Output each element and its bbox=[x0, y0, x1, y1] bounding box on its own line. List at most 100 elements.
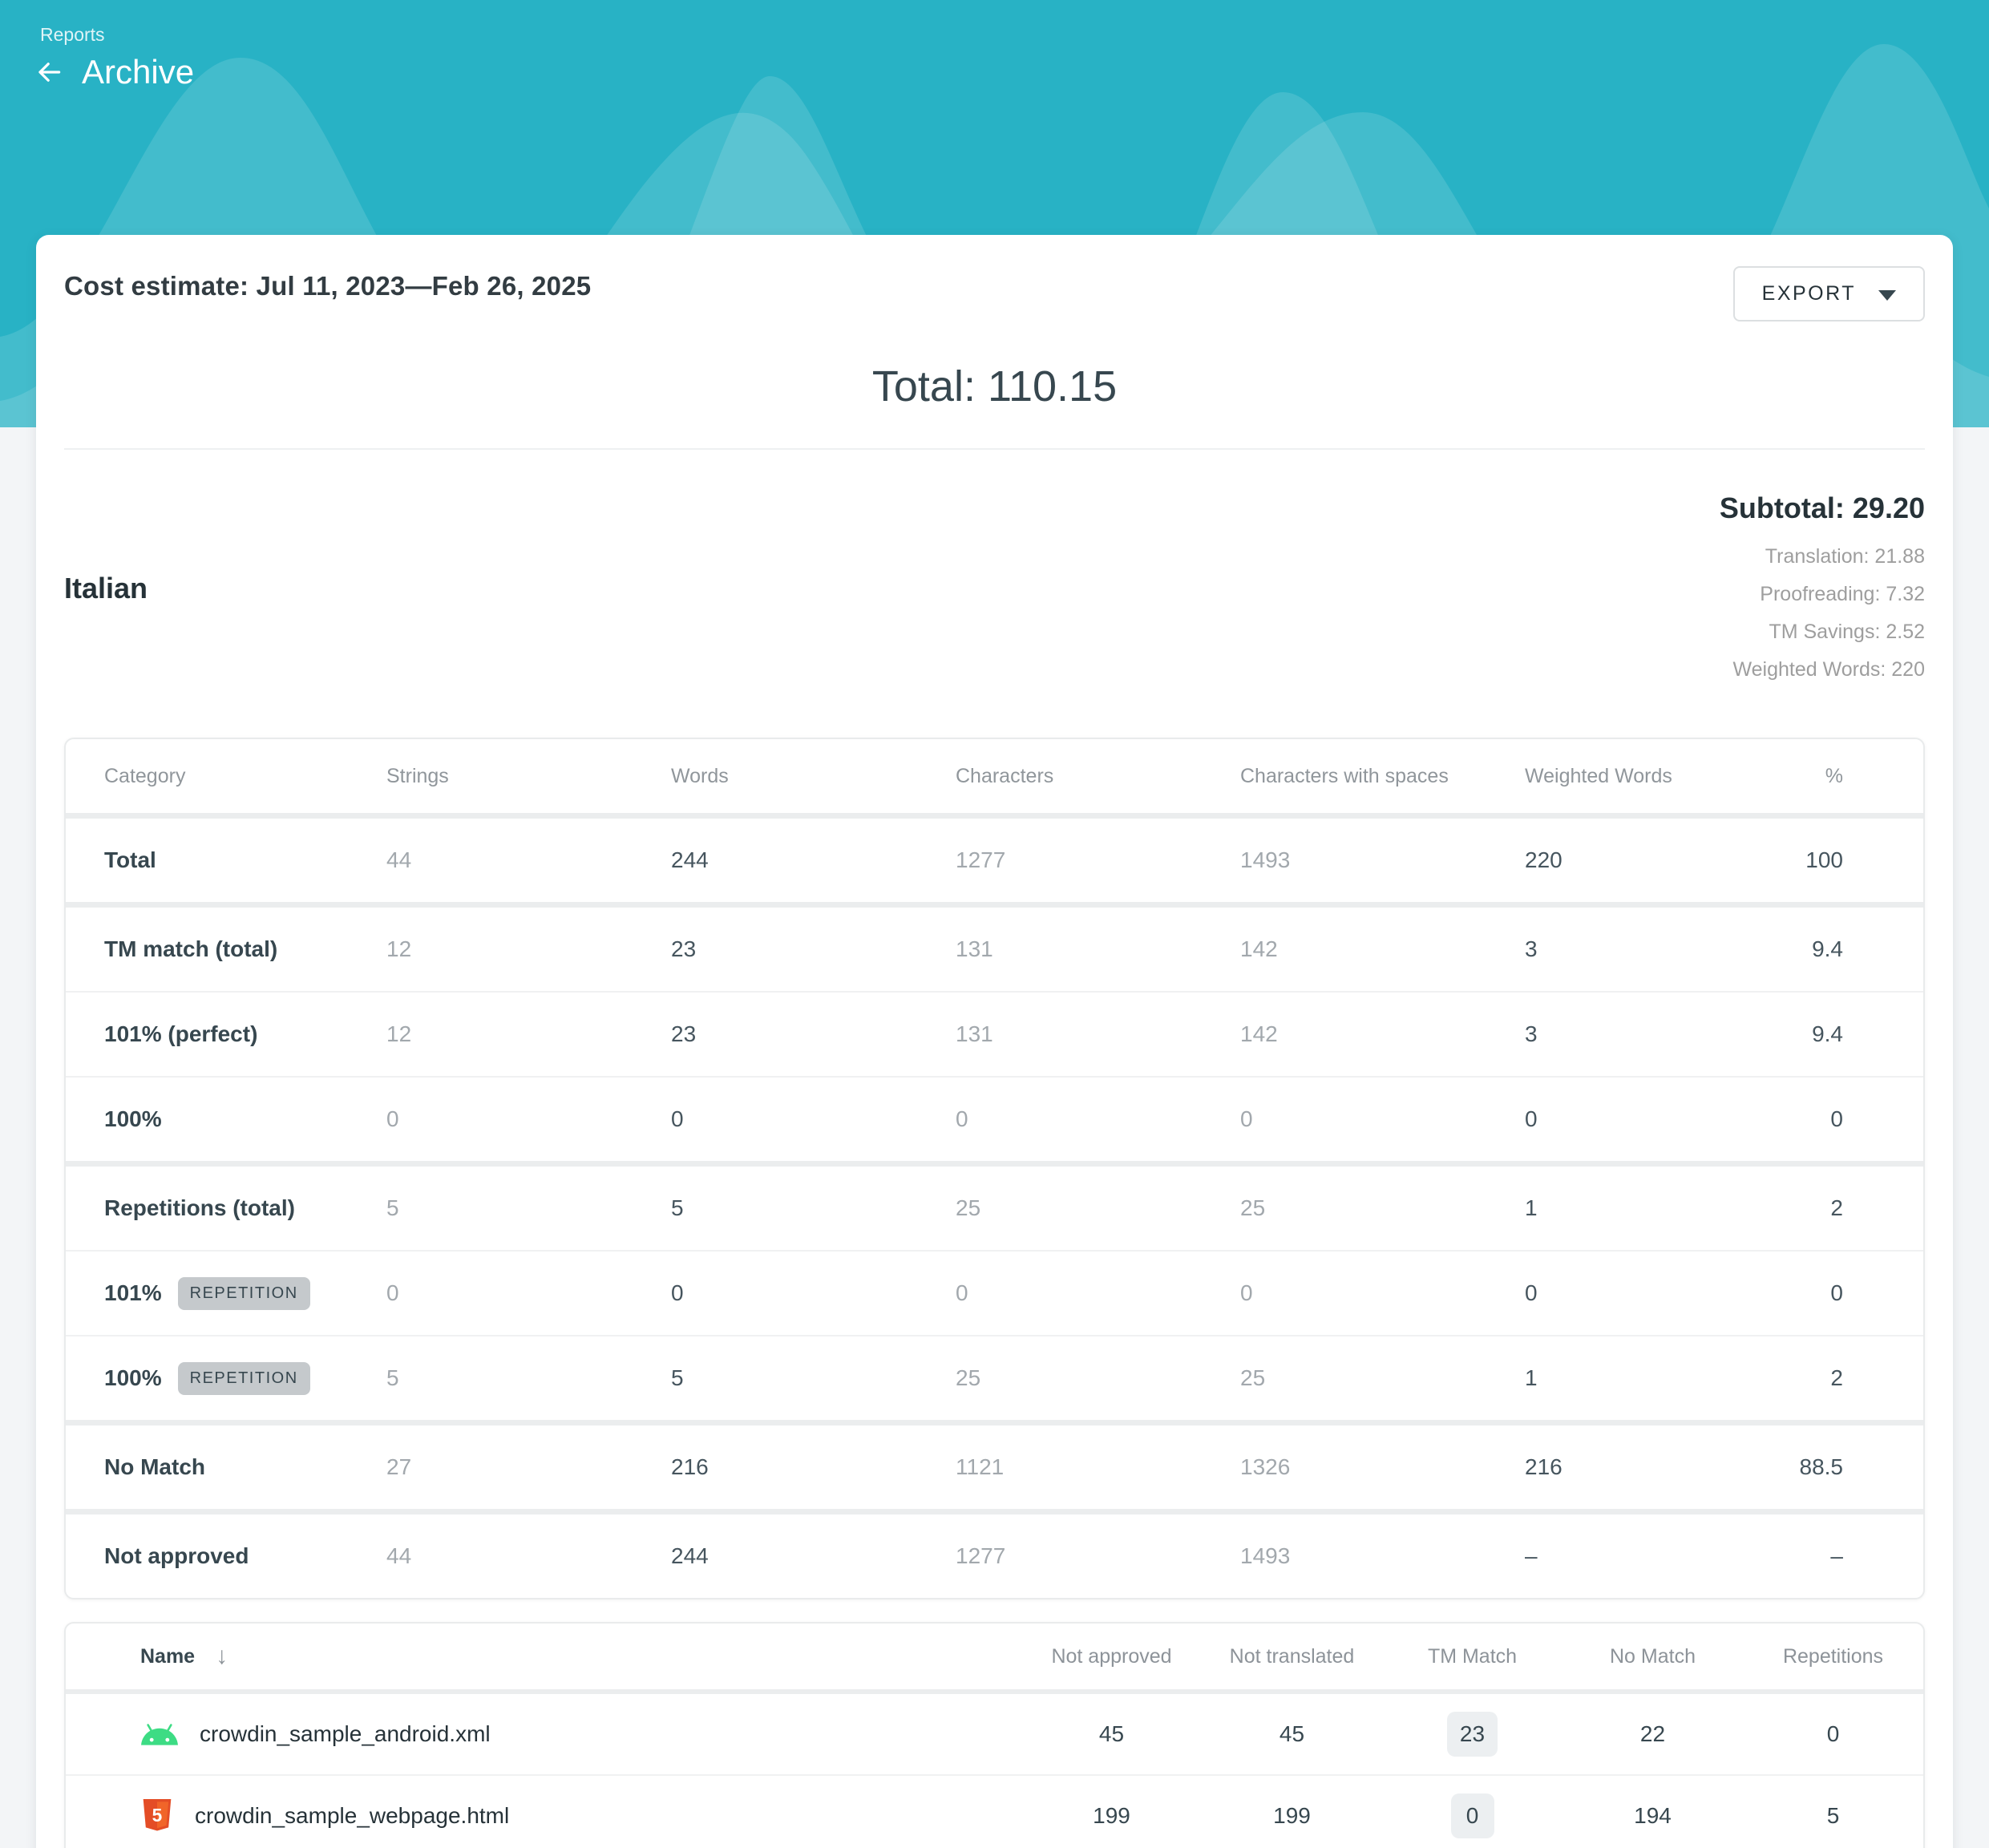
column-strings: Strings bbox=[386, 765, 671, 788]
characters-value: 1277 bbox=[956, 847, 1240, 873]
column-repetitions: Repetitions bbox=[1743, 1645, 1923, 1668]
total-label: Total: bbox=[872, 362, 976, 410]
category-cell: 100% bbox=[104, 1106, 386, 1132]
percent-value: 9.4 bbox=[1765, 1021, 1843, 1047]
strings-value: 5 bbox=[386, 1195, 671, 1221]
category-label: TM match (total) bbox=[104, 936, 277, 962]
percent-value: – bbox=[1765, 1543, 1843, 1569]
total-value: 110.15 bbox=[988, 362, 1117, 410]
page-title: Archive bbox=[82, 53, 194, 91]
repetitions-value: 5 bbox=[1743, 1803, 1923, 1829]
column-characters-with-spaces: Characters with spaces bbox=[1240, 765, 1525, 788]
category-table-header: Category Strings Words Characters Charac… bbox=[66, 739, 1923, 819]
category-table: Category Strings Words Characters Charac… bbox=[64, 738, 1925, 1599]
category-label: No Match bbox=[104, 1454, 205, 1480]
category-cell: Total bbox=[104, 847, 386, 873]
category-label: 101% bbox=[104, 1280, 162, 1306]
weighted-words-value: 0 bbox=[1525, 1280, 1765, 1306]
strings-value: 5 bbox=[386, 1365, 671, 1391]
breadcrumb[interactable]: Reports bbox=[40, 24, 105, 46]
column-weighted-words: Weighted Words bbox=[1525, 765, 1765, 788]
column-tm-match: TM Match bbox=[1382, 1645, 1562, 1668]
file-row[interactable]: 5 crowdin_sample_webpage.html 199 199 0 … bbox=[66, 1776, 1923, 1848]
words-value: 0 bbox=[671, 1106, 956, 1132]
report-page: Reports Archive Cost estimate: Jul 11, 2… bbox=[0, 0, 1989, 1848]
characters-with-spaces-value: 25 bbox=[1240, 1195, 1525, 1221]
repetition-badge: REPETITION bbox=[178, 1362, 310, 1395]
category-cell: Not approved bbox=[104, 1543, 386, 1569]
words-value: 0 bbox=[671, 1280, 956, 1306]
file-name[interactable]: crowdin_sample_android.xml bbox=[200, 1721, 491, 1747]
export-button-label: EXPORT bbox=[1762, 282, 1856, 305]
tm-match-badge: 23 bbox=[1447, 1712, 1498, 1757]
category-table-row: 100% 0 0 0 0 0 0 bbox=[66, 1078, 1923, 1167]
back-to-archive-link[interactable]: Archive bbox=[34, 53, 194, 91]
column-name-sort[interactable]: Name ↓ bbox=[140, 1643, 1021, 1670]
category-cell: 101% REPETITION bbox=[104, 1277, 386, 1310]
subtotal-label: Subtotal: bbox=[1720, 491, 1845, 524]
category-table-row: 101% REPETITION 0 0 0 0 0 0 bbox=[66, 1252, 1923, 1336]
category-cell: 101% (perfect) bbox=[104, 1021, 386, 1047]
not-translated-value: 199 bbox=[1202, 1803, 1382, 1829]
sort-descending-icon[interactable]: ↓ bbox=[216, 1643, 228, 1670]
percent-value: 88.5 bbox=[1765, 1454, 1843, 1480]
strings-value: 12 bbox=[386, 936, 671, 962]
weighted-words-value: – bbox=[1525, 1543, 1765, 1569]
language-section: Italian Subtotal: 29.20 Translation: 21.… bbox=[64, 450, 1925, 738]
category-label: 100% bbox=[104, 1365, 162, 1391]
column-name: Name bbox=[140, 1645, 195, 1668]
report-title: Cost estimate: Jul 11, 2023—Feb 26, 2025 bbox=[64, 271, 591, 301]
chevron-down-icon bbox=[1878, 290, 1896, 301]
category-cell: 100% REPETITION bbox=[104, 1362, 386, 1395]
category-table-row: Repetitions (total) 5 5 25 25 1 2 bbox=[66, 1167, 1923, 1252]
column-percent: % bbox=[1765, 765, 1843, 788]
file-name[interactable]: crowdin_sample_webpage.html bbox=[195, 1803, 509, 1829]
characters-value: 25 bbox=[956, 1195, 1240, 1221]
column-words: Words bbox=[671, 765, 956, 788]
characters-value: 25 bbox=[956, 1365, 1240, 1391]
back-arrow-icon[interactable] bbox=[34, 57, 64, 87]
weighted-words-value: 0 bbox=[1525, 1106, 1765, 1132]
tm-match-badge: 0 bbox=[1451, 1793, 1494, 1838]
strings-value: 0 bbox=[386, 1106, 671, 1132]
characters-with-spaces-value: 0 bbox=[1240, 1106, 1525, 1132]
column-not-translated: Not translated bbox=[1202, 1645, 1382, 1668]
category-table-row: No Match 27 216 1121 1326 216 88.5 bbox=[66, 1425, 1923, 1514]
characters-with-spaces-value: 1493 bbox=[1240, 1543, 1525, 1569]
strings-value: 44 bbox=[386, 847, 671, 873]
svg-text:5: 5 bbox=[152, 1805, 163, 1826]
subtotal-value: 29.20 bbox=[1853, 491, 1925, 524]
file-row[interactable]: crowdin_sample_android.xml 45 45 23 22 0 bbox=[66, 1694, 1923, 1776]
strings-value: 44 bbox=[386, 1543, 671, 1569]
subtotal-stack: Subtotal: 29.20 Translation: 21.88 Proof… bbox=[1720, 491, 1925, 689]
weighted-words-value: 1 bbox=[1525, 1365, 1765, 1391]
translation-cost: Translation: 21.88 bbox=[1720, 538, 1925, 576]
language-name: Italian bbox=[64, 572, 148, 605]
words-value: 244 bbox=[671, 1543, 956, 1569]
category-cell: TM match (total) bbox=[104, 936, 386, 962]
tm-savings: TM Savings: 2.52 bbox=[1720, 613, 1925, 651]
characters-value: 1277 bbox=[956, 1543, 1240, 1569]
strings-value: 12 bbox=[386, 1021, 671, 1047]
tm-match-cell: 0 bbox=[1382, 1793, 1562, 1838]
characters-value: 131 bbox=[956, 936, 1240, 962]
no-match-value: 22 bbox=[1562, 1721, 1743, 1747]
not-approved-value: 199 bbox=[1021, 1803, 1202, 1829]
characters-value: 0 bbox=[956, 1280, 1240, 1306]
column-characters: Characters bbox=[956, 765, 1240, 788]
export-button[interactable]: EXPORT bbox=[1733, 266, 1925, 321]
file-name-cell: crowdin_sample_android.xml bbox=[140, 1721, 1021, 1748]
cost-estimate-card: Cost estimate: Jul 11, 2023—Feb 26, 2025… bbox=[36, 235, 1953, 1848]
category-label: 100% bbox=[104, 1106, 162, 1132]
characters-with-spaces-value: 0 bbox=[1240, 1280, 1525, 1306]
column-no-match: No Match bbox=[1562, 1645, 1743, 1668]
file-name-cell: 5 crowdin_sample_webpage.html bbox=[140, 1797, 1021, 1835]
weighted-words-value: 220 bbox=[1525, 847, 1765, 873]
words-value: 244 bbox=[671, 847, 956, 873]
words-value: 5 bbox=[671, 1195, 956, 1221]
characters-with-spaces-value: 142 bbox=[1240, 1021, 1525, 1047]
weighted-words-value: 1 bbox=[1525, 1195, 1765, 1221]
characters-with-spaces-value: 1493 bbox=[1240, 847, 1525, 873]
files-table-header: Name ↓ Not approved Not translated TM Ma… bbox=[66, 1624, 1923, 1694]
files-table: Name ↓ Not approved Not translated TM Ma… bbox=[64, 1622, 1925, 1848]
